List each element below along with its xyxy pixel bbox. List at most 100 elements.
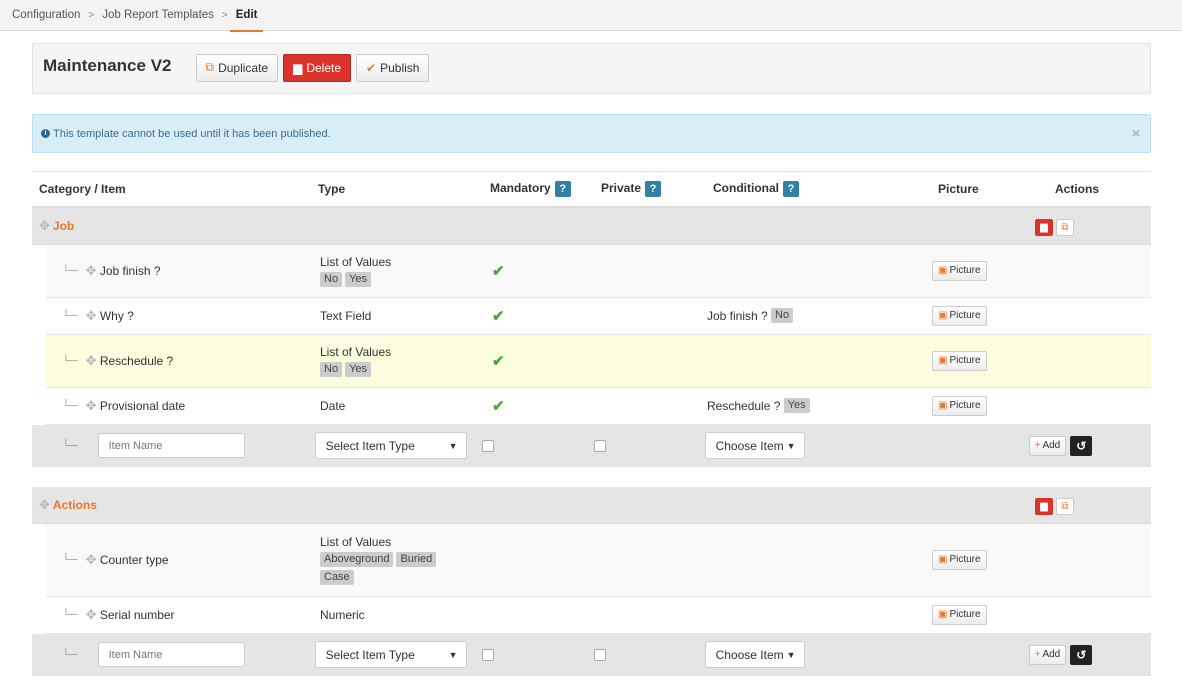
- item-name: Counter type: [99, 552, 169, 567]
- check-icon: ✔: [492, 397, 505, 415]
- picture-button[interactable]: ▣ Picture: [932, 305, 987, 326]
- mandatory-cell: [484, 597, 595, 633]
- col-category: Category / Item: [32, 171, 311, 208]
- picture-button[interactable]: ▣ Picture: [932, 395, 987, 416]
- undo-icon[interactable]: ↺: [1070, 644, 1093, 665]
- duplicate-section-button[interactable]: ⧉: [1056, 497, 1074, 515]
- list-item: └─ ✥ Reschedule ? List of Values No Yes ✔ ▣…: [46, 334, 1151, 388]
- condition-item-select[interactable]: Choose Item ▼: [704, 641, 805, 668]
- section-job: ✥ Job ▆ ⧉ └─ ✥ Job finish ? List of Value…: [32, 207, 1151, 467]
- condition-value-tag: No: [771, 308, 794, 323]
- col-mandatory-label: Mandatory: [490, 180, 551, 195]
- picture-cell: ▣ Picture: [932, 524, 1042, 596]
- conditional-cell: [707, 524, 932, 596]
- conditional-cell: Job finish ? No: [707, 298, 932, 334]
- image-icon: ▣: [938, 609, 948, 620]
- table-header: Category / Item Type Mandatory? Private?…: [32, 171, 1151, 208]
- picture-label: Picture: [949, 609, 981, 620]
- page-title: Maintenance V2: [43, 55, 172, 75]
- item-type: List of Values: [320, 534, 392, 549]
- condition-value-tag: Yes: [783, 398, 810, 413]
- item-name-cell: └─ ✥ Why ?: [46, 298, 311, 334]
- add-item-button[interactable]: + Add: [1028, 644, 1067, 665]
- delete-section-button[interactable]: ▆: [1035, 497, 1053, 515]
- tree-branch-icon: └─: [62, 399, 78, 412]
- mandatory-checkbox[interactable]: [481, 648, 494, 661]
- move-icon[interactable]: ✥: [39, 497, 50, 513]
- add-item-button[interactable]: + Add: [1028, 435, 1067, 456]
- check-icon: ✔: [492, 307, 505, 325]
- picture-button[interactable]: ▣ Picture: [932, 350, 987, 371]
- picture-cell: ▣ Picture: [932, 597, 1042, 633]
- move-icon[interactable]: ✥: [86, 308, 97, 324]
- list-item: └─ ✥ Job finish ? List of Values No Yes ✔ ▣…: [46, 244, 1151, 298]
- conditional-cell: Reschedule ? Yes: [707, 388, 932, 424]
- duplicate-section-button[interactable]: ⧉: [1056, 218, 1074, 236]
- move-icon[interactable]: ✥: [39, 218, 50, 234]
- item-type: Text Field: [320, 308, 372, 323]
- item-name: Provisional date: [99, 398, 186, 413]
- move-icon[interactable]: ✥: [86, 607, 97, 623]
- item-type-cell: Date: [311, 388, 484, 424]
- col-actions: Actions: [1041, 171, 1151, 208]
- delete-button[interactable]: ▆ Delete: [283, 53, 352, 82]
- dropdown-arrow-icon: ▼: [448, 649, 458, 660]
- move-icon[interactable]: ✥: [86, 263, 97, 279]
- undo-icon[interactable]: ↺: [1070, 435, 1093, 456]
- plus-icon: +: [1034, 649, 1041, 660]
- breadcrumb-configuration[interactable]: Configuration: [12, 9, 80, 21]
- value-tag: Buried: [396, 551, 437, 567]
- private-cell: [595, 298, 707, 334]
- item-type-cell: List of Values Aboveground Buried Case: [311, 524, 484, 596]
- tree-branch-icon: └─: [62, 309, 78, 322]
- publish-button[interactable]: ✔ Publish: [356, 53, 430, 82]
- move-icon[interactable]: ✥: [86, 353, 97, 369]
- plus-icon: +: [1034, 440, 1041, 451]
- list-item: └─ ✥ Counter type List of Values Abovegrou…: [46, 523, 1151, 597]
- section-name: Job: [52, 218, 75, 233]
- private-checkbox[interactable]: [593, 648, 606, 661]
- condition-item-select[interactable]: Choose Item ▼: [704, 432, 805, 459]
- item-type-select[interactable]: Select Item Type ▼: [314, 641, 467, 668]
- duplicate-button[interactable]: ⧉ Duplicate: [195, 53, 279, 82]
- col-private: Private?: [594, 171, 706, 208]
- item-name-cell: └─ ✥ Job finish ?: [46, 245, 311, 297]
- tree-branch-icon: └─: [62, 608, 78, 621]
- picture-cell: ▣ Picture: [932, 298, 1042, 334]
- condition-item-select-value: Choose Item: [715, 438, 784, 453]
- item-type-select[interactable]: Select Item Type ▼: [314, 432, 467, 459]
- title-panel: Maintenance V2 ⧉ Duplicate ▆ Delete ✔ Pu…: [32, 43, 1151, 94]
- breadcrumb-job-report-templates[interactable]: Job Report Templates: [102, 9, 214, 21]
- dropdown-arrow-icon: ▼: [786, 440, 796, 451]
- section-header[interactable]: ✥ Job ▆ ⧉: [32, 207, 1151, 245]
- private-cell: [595, 597, 707, 633]
- section-header[interactable]: ✥ Actions ▆ ⧉: [32, 486, 1151, 524]
- delete-section-button[interactable]: ▆: [1035, 218, 1053, 236]
- item-name-cell: └─ ✥ Serial number: [46, 597, 311, 633]
- picture-button[interactable]: ▣ Picture: [932, 549, 987, 570]
- item-name-input[interactable]: [97, 642, 245, 667]
- copy-icon: ⧉: [205, 60, 215, 74]
- col-picture: Picture: [931, 171, 1041, 208]
- mandatory-cell: [484, 524, 595, 596]
- move-icon[interactable]: ✥: [86, 398, 97, 414]
- breadcrumb: Configuration > Job Report Templates > E…: [0, 0, 1182, 32]
- breadcrumb-current: Edit: [229, 0, 264, 32]
- mandatory-checkbox[interactable]: [481, 439, 494, 452]
- private-cell: [595, 388, 707, 424]
- private-checkbox[interactable]: [593, 439, 606, 452]
- mandatory-cell: ✔: [484, 335, 595, 387]
- alert-text: This template cannot be used until it ha…: [53, 127, 331, 140]
- chevron-right-icon: >: [221, 9, 228, 21]
- item-name-input[interactable]: [97, 433, 245, 458]
- help-icon[interactable]: ?: [554, 180, 571, 197]
- picture-button[interactable]: ▣ Picture: [932, 260, 987, 281]
- help-icon[interactable]: ?: [783, 180, 799, 197]
- item-name: Reschedule ?: [99, 353, 174, 368]
- close-icon[interactable]: ×: [1132, 125, 1140, 141]
- move-icon[interactable]: ✥: [86, 552, 97, 568]
- condition-item: Reschedule ?: [707, 398, 781, 413]
- picture-button[interactable]: ▣ Picture: [932, 604, 987, 625]
- picture-label: Picture: [949, 355, 981, 366]
- help-icon[interactable]: ?: [645, 180, 662, 197]
